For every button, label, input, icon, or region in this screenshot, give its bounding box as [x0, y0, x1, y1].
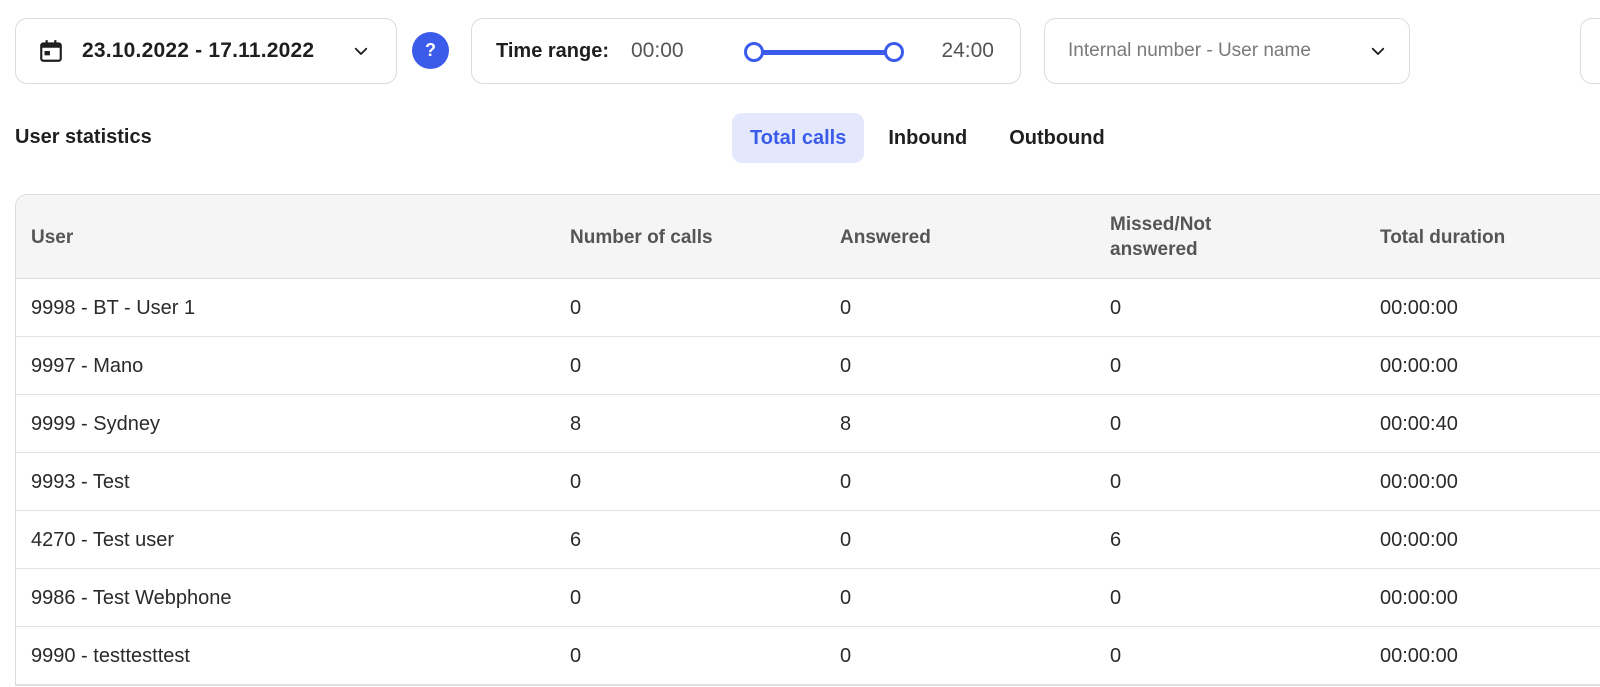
user-select[interactable]: Internal number - User name: [1044, 18, 1410, 84]
cell-user: 4270 - Test user: [31, 528, 175, 551]
cell-total-duration: 00:00:00: [1380, 586, 1458, 609]
cell-answered: 0: [840, 296, 852, 319]
cell-answered: 0: [840, 586, 852, 609]
cell-missed: 0: [1110, 412, 1122, 435]
column-header-user[interactable]: User: [31, 195, 73, 279]
cell-total-duration: 00:00:00: [1380, 354, 1458, 377]
cell-missed: 6: [1110, 528, 1122, 551]
cell-user: 9993 - Test: [31, 470, 130, 493]
calendar-icon: [40, 40, 62, 62]
tab-total-calls[interactable]: Total calls: [732, 113, 865, 163]
call-type-tabs: Total calls Inbound Outbound: [732, 113, 1129, 163]
cell-total-duration: 00:00:00: [1380, 528, 1458, 551]
column-header-number-of-calls[interactable]: Number of calls: [570, 195, 713, 279]
table-row[interactable]: 9990 - testtesttest 0 0 0 00:00:00: [16, 627, 1600, 685]
slider-end-handle[interactable]: [884, 42, 904, 62]
table-row[interactable]: 4270 - Test user 6 0 6 00:00:00: [16, 511, 1600, 569]
cell-answered: 0: [840, 470, 852, 493]
table-header: User Number of calls Answered Missed/Not…: [16, 195, 1600, 279]
cell-number-of-calls: 8: [570, 412, 582, 435]
cell-total-duration: 00:00:40: [1380, 412, 1458, 435]
time-range-start: 00:00: [631, 39, 684, 62]
cell-missed: 0: [1110, 296, 1122, 319]
slider-start-handle[interactable]: [744, 42, 764, 62]
cropped-filter-box[interactable]: [1580, 18, 1600, 84]
user-statistics-table: User Number of calls Answered Missed/Not…: [15, 194, 1600, 686]
user-select-placeholder: Internal number - User name: [1068, 40, 1311, 61]
cell-total-duration: 00:00:00: [1380, 644, 1458, 667]
time-range-label: Time range:: [496, 39, 609, 62]
chevron-down-icon: [354, 47, 368, 55]
cell-user: 9986 - Test Webphone: [31, 586, 232, 609]
cell-missed: 0: [1110, 354, 1122, 377]
cell-number-of-calls: 0: [570, 586, 582, 609]
tab-inbound[interactable]: Inbound: [870, 113, 985, 163]
table-row[interactable]: 9999 - Sydney 8 8 0 00:00:40: [16, 395, 1600, 453]
date-range-value: 23.10.2022 - 17.11.2022: [82, 39, 315, 62]
cell-user: 9990 - testtesttest: [31, 644, 190, 667]
cell-number-of-calls: 0: [570, 296, 582, 319]
cell-missed: 0: [1110, 586, 1122, 609]
table-row[interactable]: 9993 - Test 0 0 0 00:00:00: [16, 453, 1600, 511]
help-button[interactable]: ?: [412, 32, 449, 69]
cell-number-of-calls: 0: [570, 644, 582, 667]
table-row[interactable]: 9986 - Test Webphone 0 0 0 00:00:00: [16, 569, 1600, 627]
cell-answered: 0: [840, 354, 852, 377]
cell-user: 9997 - Mano: [31, 354, 144, 377]
table-row[interactable]: 9997 - Mano 0 0 0 00:00:00: [16, 337, 1600, 395]
cell-total-duration: 00:00:00: [1380, 296, 1458, 319]
column-header-answered[interactable]: Answered: [840, 195, 931, 279]
cell-answered: 8: [840, 412, 852, 435]
slider-track: [754, 50, 894, 55]
tab-outbound[interactable]: Outbound: [991, 113, 1123, 163]
chevron-down-icon: [1371, 47, 1385, 55]
cell-answered: 0: [840, 644, 852, 667]
section-title: User statistics: [15, 126, 152, 148]
cell-user: 9998 - BT - User 1: [31, 296, 196, 319]
cell-missed: 0: [1110, 470, 1122, 493]
filter-toolbar: 23.10.2022 - 17.11.2022 ? Time range: 00…: [15, 18, 1600, 84]
time-range-filter: Time range: 00:00 24:00: [471, 18, 1021, 84]
column-header-missed[interactable]: Missed/Not answered: [1110, 195, 1260, 279]
cell-number-of-calls: 0: [570, 354, 582, 377]
cell-number-of-calls: 6: [570, 528, 582, 551]
date-range-picker[interactable]: 23.10.2022 - 17.11.2022: [15, 18, 397, 84]
time-range-slider[interactable]: [744, 41, 904, 63]
cell-user: 9999 - Sydney: [31, 412, 160, 435]
cell-total-duration: 00:00:00: [1380, 470, 1458, 493]
cell-answered: 0: [840, 528, 852, 551]
time-range-end: 24:00: [941, 39, 994, 62]
cell-missed: 0: [1110, 644, 1122, 667]
column-header-total-duration[interactable]: Total duration: [1380, 195, 1505, 279]
cell-number-of-calls: 0: [570, 470, 582, 493]
table-row[interactable]: 9998 - BT - User 1 0 0 0 00:00:00: [16, 279, 1600, 337]
